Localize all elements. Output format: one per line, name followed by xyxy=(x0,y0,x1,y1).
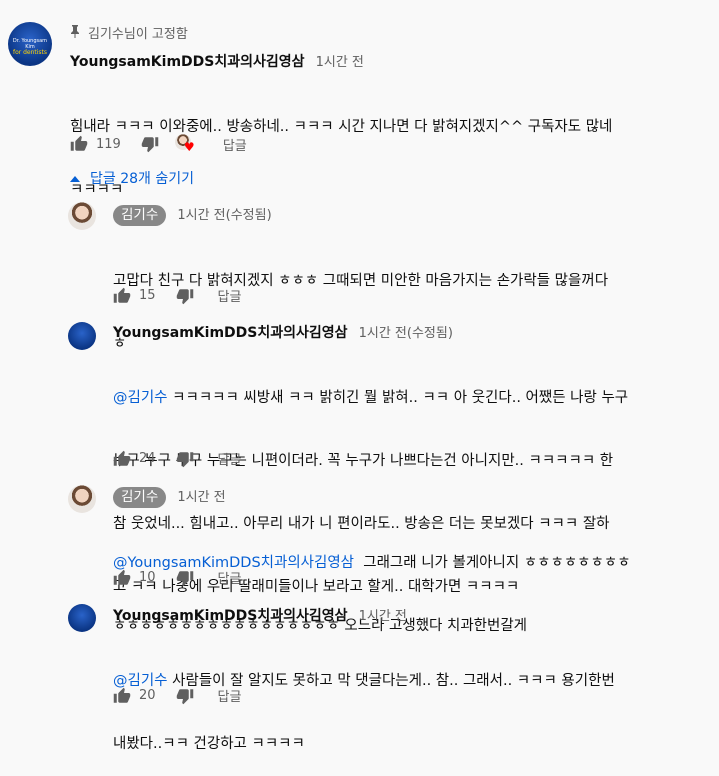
reply-button[interactable]: 답글 xyxy=(218,686,242,705)
thumbs-up-icon[interactable] xyxy=(113,287,131,305)
author-badge[interactable]: 김기수 xyxy=(113,205,167,226)
reply-time[interactable]: 1시간 전(수정됨) xyxy=(359,326,453,341)
comment-header: YoungsamKimDDS치과의사김영삼 1시간 전 xyxy=(70,51,364,71)
comment-time[interactable]: 1시간 전 xyxy=(316,55,364,70)
reply-actions: 15 답글 xyxy=(113,286,241,305)
reply-time[interactable]: 1시간 전 xyxy=(177,490,225,505)
heart-icon: ♥ xyxy=(183,140,195,154)
chevron-up-icon xyxy=(70,170,80,186)
like-count: 15 xyxy=(139,288,156,303)
reply-avatar[interactable] xyxy=(68,485,96,513)
author-name[interactable]: YoungsamKimDDS치과의사김영삼 xyxy=(113,325,348,341)
reply-button[interactable]: 답글 xyxy=(218,568,242,587)
thumbs-up-icon[interactable] xyxy=(113,687,131,705)
comment-actions: 119 ♥ 답글 xyxy=(70,134,247,154)
reply-header: YoungsamKimDDS치과의사김영삼 1시간 전(수정됨) xyxy=(113,322,453,342)
reply-actions: 10 답글 xyxy=(113,568,241,587)
thumbs-up-icon[interactable] xyxy=(113,450,131,468)
author-name[interactable]: YoungsamKimDDS치과의사김영삼 xyxy=(113,608,348,624)
reply-actions: 20 답글 xyxy=(113,686,241,705)
reply-actions: 24 답글 xyxy=(113,449,241,468)
reply-header: 김기수 1시간 전(수정됨) xyxy=(113,204,272,226)
thumbs-down-icon[interactable] xyxy=(141,135,159,153)
hide-replies-button[interactable]: 답글 28개 숨기기 xyxy=(70,168,194,188)
thumbs-down-icon[interactable] xyxy=(176,687,194,705)
reply-time[interactable]: 1시간 전 xyxy=(359,609,407,624)
pinned-label: 김기수님이 고정함 xyxy=(70,23,188,42)
thumbs-down-icon[interactable] xyxy=(176,450,194,468)
thumbs-down-icon[interactable] xyxy=(176,287,194,305)
thumbs-down-icon[interactable] xyxy=(176,569,194,587)
like-count: 10 xyxy=(139,570,156,585)
reply-header: 김기수 1시간 전 xyxy=(113,486,226,508)
thumbs-up-icon[interactable] xyxy=(113,569,131,587)
mention-link[interactable]: @김기수 xyxy=(113,390,168,406)
reply-avatar[interactable] xyxy=(68,322,96,350)
creator-heart: ♥ xyxy=(174,134,197,154)
reply-button[interactable]: 답글 xyxy=(218,449,242,468)
reply-avatar[interactable] xyxy=(68,604,96,632)
reply-time[interactable]: 1시간 전(수정됨) xyxy=(177,208,271,223)
reply-button[interactable]: 답글 xyxy=(223,135,247,154)
author-badge[interactable]: 김기수 xyxy=(113,487,167,508)
avatar-caption: Dr. Youngsam Kim for dentists xyxy=(12,38,48,56)
thumbs-up-icon[interactable] xyxy=(70,135,88,153)
pin-icon xyxy=(70,24,80,42)
like-count: 20 xyxy=(139,688,156,703)
reply-avatar[interactable] xyxy=(68,202,96,230)
like-count: 24 xyxy=(139,451,156,466)
like-count: 119 xyxy=(96,136,121,152)
author-avatar[interactable]: Dr. Youngsam Kim for dentists xyxy=(8,22,52,66)
author-name[interactable]: YoungsamKimDDS치과의사김영삼 xyxy=(70,54,305,70)
reply-header: YoungsamKimDDS치과의사김영삼 1시간 전 xyxy=(113,605,407,625)
reply-button[interactable]: 답글 xyxy=(218,286,242,305)
